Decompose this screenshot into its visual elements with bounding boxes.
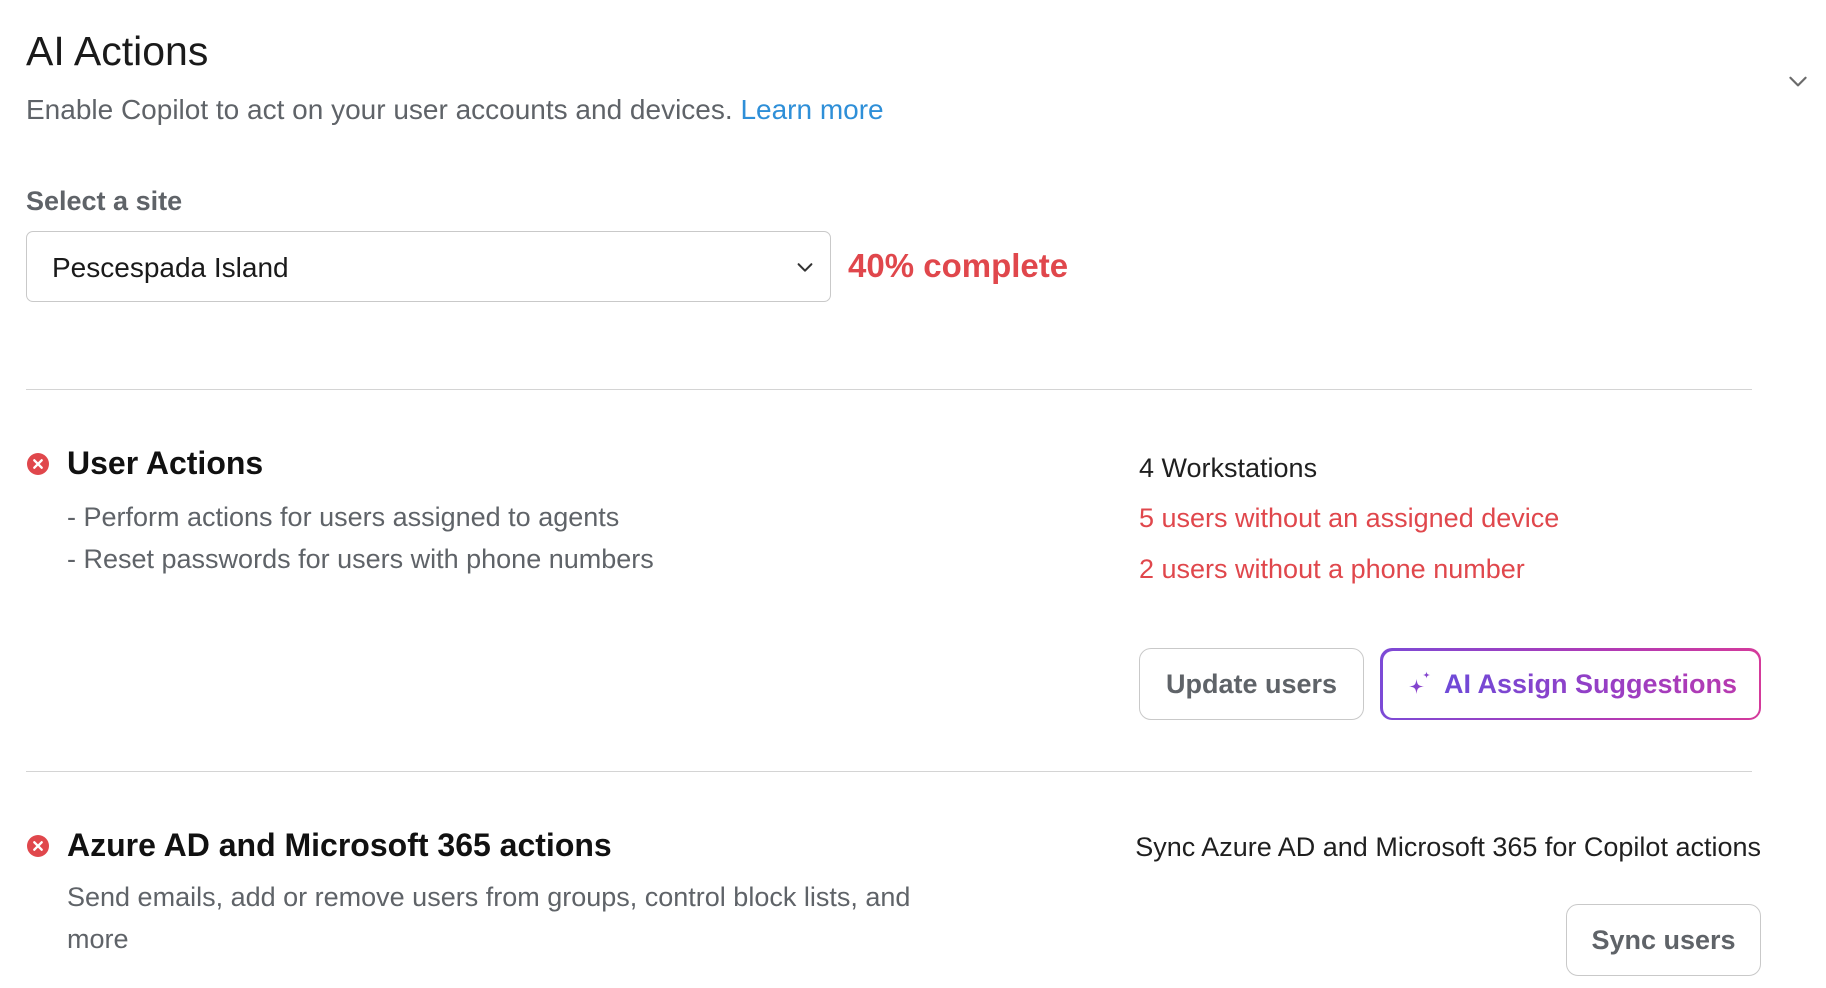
update-users-button[interactable]: Update users <box>1139 648 1364 720</box>
error-circle-icon <box>27 453 49 475</box>
users-without-phone: 2 users without a phone number <box>1139 554 1525 584</box>
page-subtitle: Enable Copilot to act on your user accou… <box>26 94 884 126</box>
workstations-count: 4 Workstations <box>1139 453 1318 483</box>
chevron-down-icon[interactable] <box>1785 68 1811 94</box>
chevron-down-icon <box>797 263 813 272</box>
sync-users-button[interactable]: Sync users <box>1566 904 1761 976</box>
subtitle-text: Enable Copilot to act on your user accou… <box>26 94 733 125</box>
user-actions-item: - Perform actions for users assigned to … <box>67 502 620 532</box>
divider <box>26 771 1752 772</box>
page-title: AI Actions <box>26 28 209 74</box>
site-select-value: Pescespada Island <box>52 252 289 283</box>
completion-status: 40% complete <box>848 247 1069 284</box>
learn-more-link[interactable]: Learn more <box>740 94 883 125</box>
azure-sync-info: Sync Azure AD and Microsoft 365 for Copi… <box>1135 832 1761 862</box>
site-select[interactable]: Pescespada Island <box>26 231 831 302</box>
user-actions-title: User Actions <box>67 445 264 481</box>
azure-actions-title: Azure AD and Microsoft 365 actions <box>67 827 612 863</box>
ai-assign-suggestions-label: AI Assign Suggestions <box>1443 668 1738 699</box>
site-select-label: Select a site <box>26 186 183 216</box>
azure-actions-description: Send emails, add or remove users from gr… <box>67 882 911 954</box>
user-actions-item: - Reset passwords for users with phone n… <box>67 544 654 574</box>
ai-assign-suggestions-button[interactable]: AI Assign Suggestions <box>1380 648 1761 720</box>
divider <box>26 389 1752 390</box>
sparkle-icon <box>1408 671 1431 694</box>
users-without-device: 5 users without an assigned device <box>1139 503 1560 533</box>
error-circle-icon <box>27 835 49 857</box>
